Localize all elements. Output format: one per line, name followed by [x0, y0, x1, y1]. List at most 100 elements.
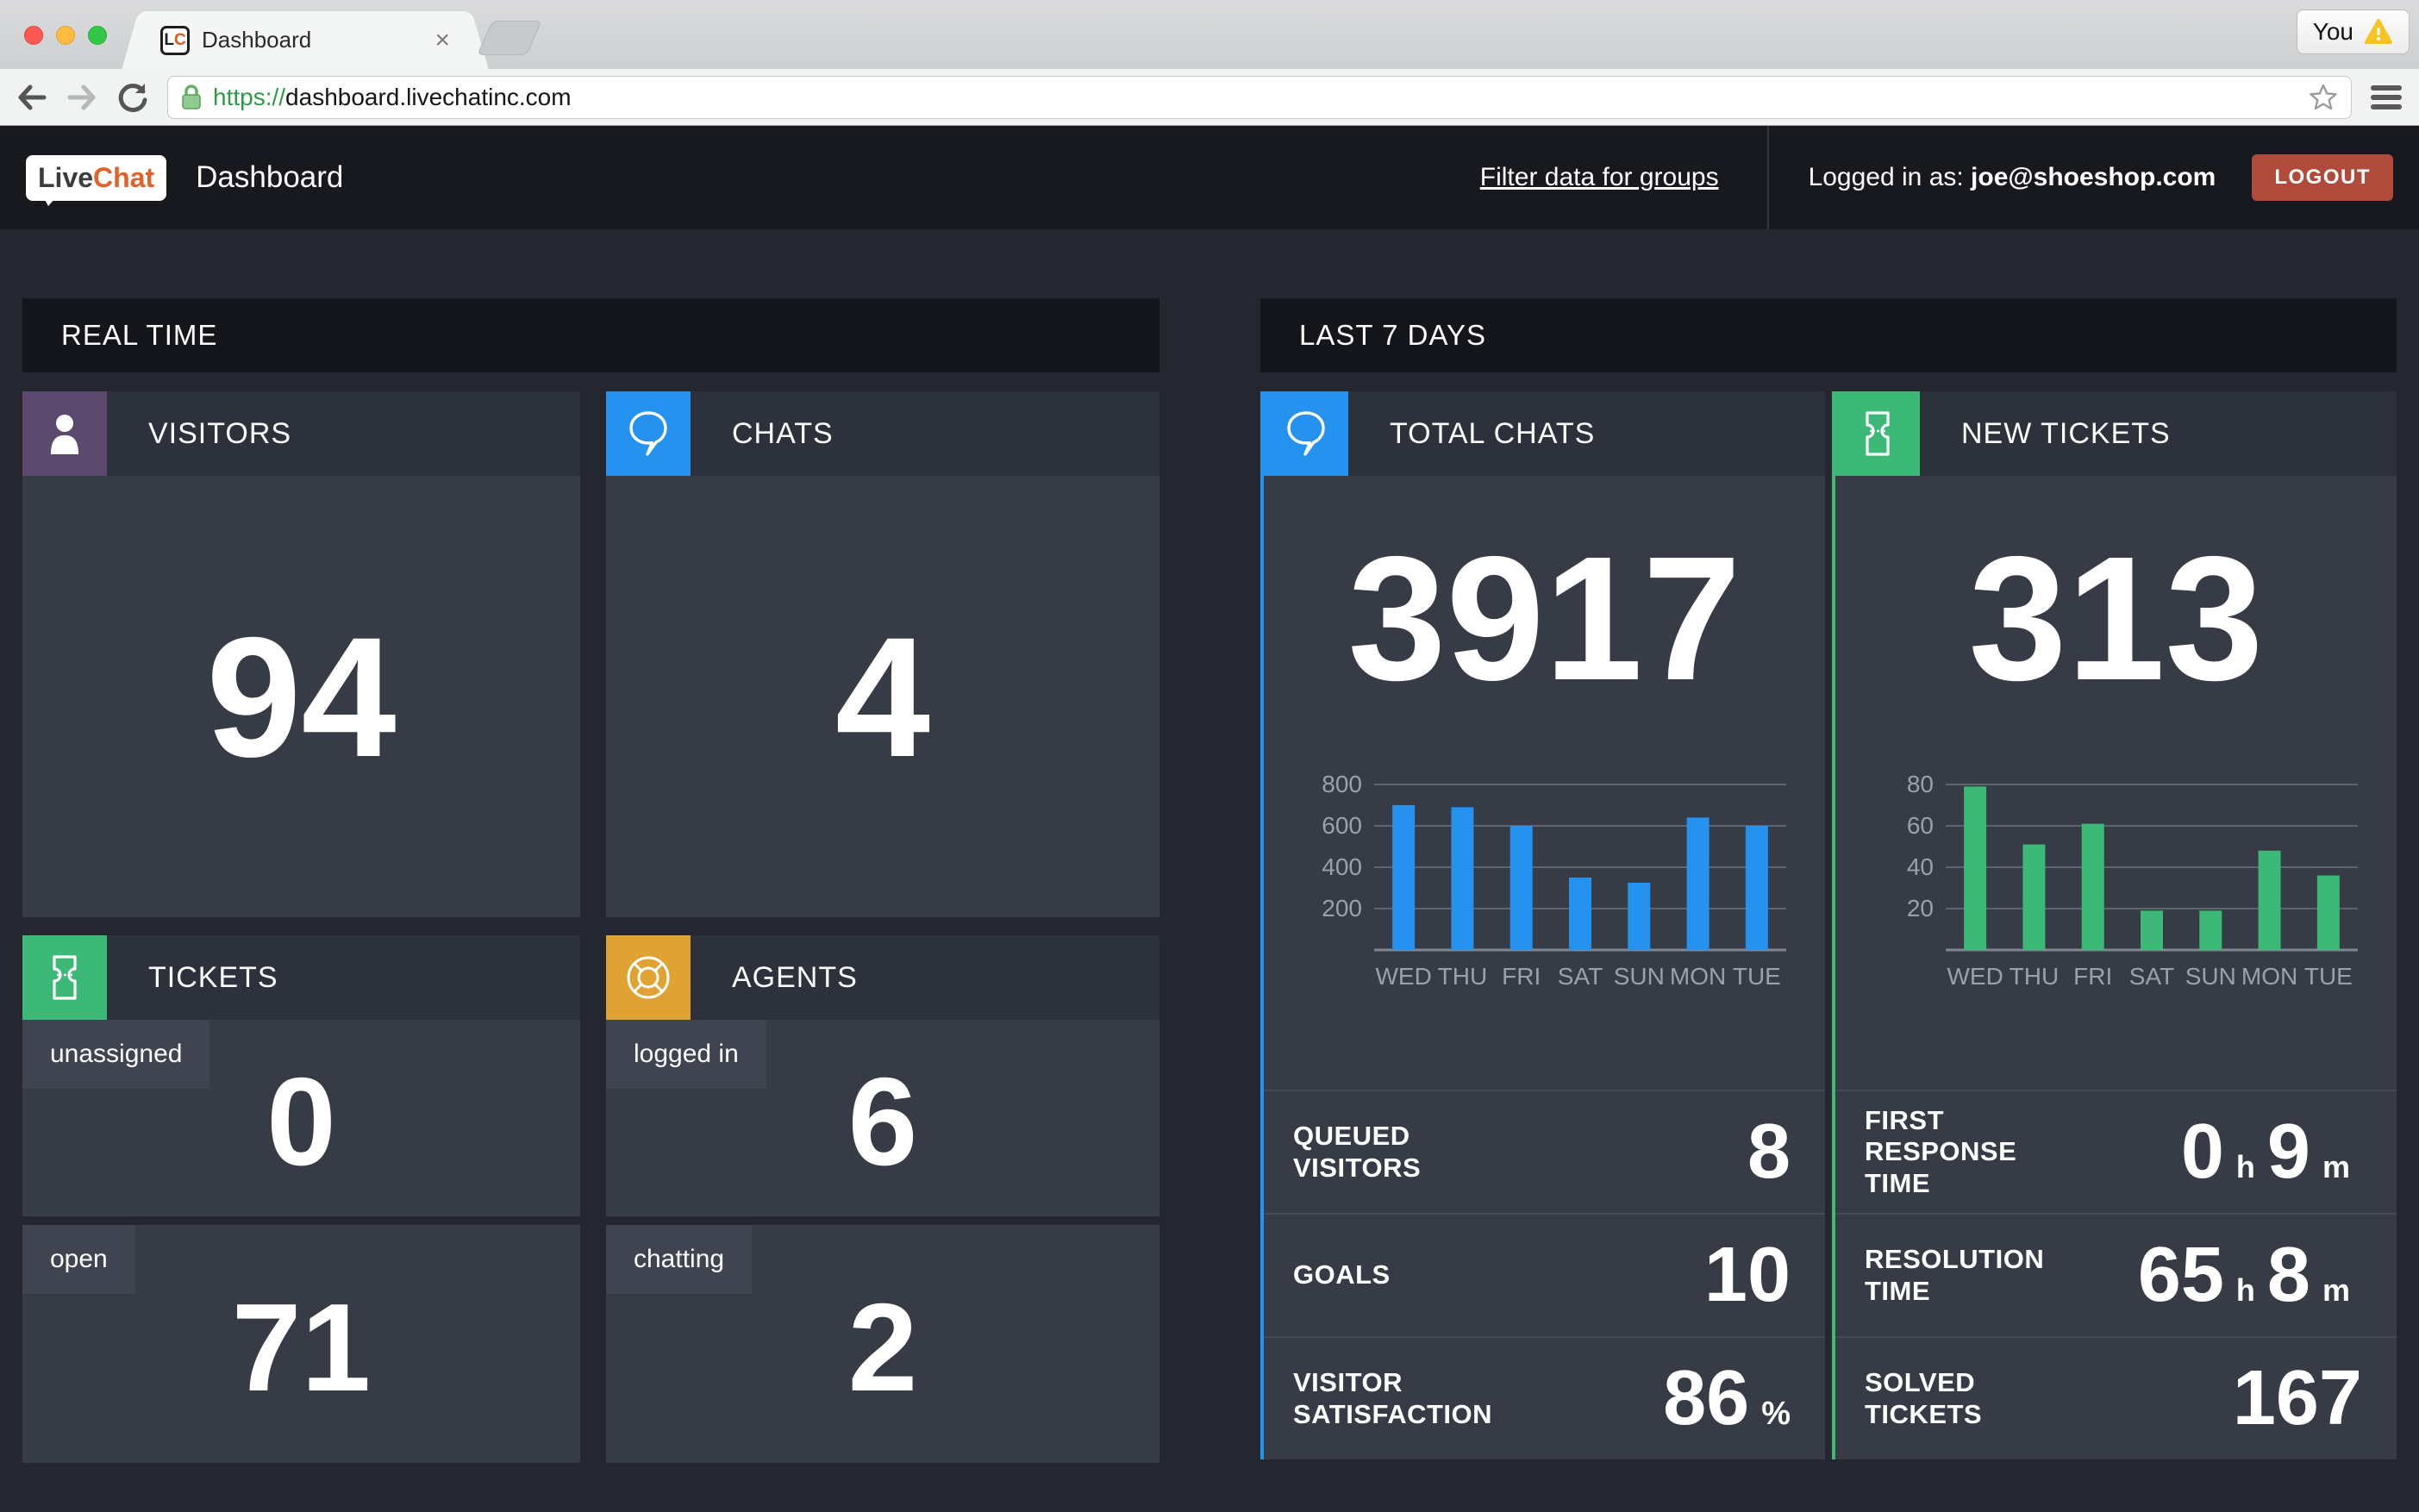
new-tickets-chart: 20406080WEDTHUFRISATSUNMONTUE: [1835, 762, 2397, 1014]
tickets-tile-label: TICKETS: [148, 961, 278, 995]
agents-chatting-row: chatting 2: [606, 1225, 1159, 1463]
window-controls: [24, 26, 107, 45]
svg-text:400: 400: [1322, 853, 1362, 880]
queued-visitors-row: QUEUED VISITORS 8: [1264, 1090, 1825, 1213]
svg-text:THU: THU: [1438, 963, 1488, 990]
svg-text:SAT: SAT: [2129, 963, 2174, 990]
visitor-satisfaction-value: 86%: [1663, 1354, 1791, 1443]
svg-text:20: 20: [1907, 895, 1934, 922]
reload-button[interactable]: [116, 81, 150, 114]
real-time-panel: REAL TIME VISITORS 94 CHATS 4: [22, 298, 1159, 1463]
total-chats-label: TOTAL CHATS: [1390, 417, 1595, 451]
svg-text:SUN: SUN: [2185, 963, 2236, 990]
visitors-count: 94: [22, 476, 580, 917]
tickets-open-badge: open: [22, 1225, 135, 1294]
resolution-time-value: 65h8m: [2138, 1231, 2362, 1320]
chats-tile: CHATS 4: [606, 391, 1159, 917]
agents-tile-label: AGENTS: [732, 961, 858, 995]
profile-you-label: You: [2313, 18, 2353, 46]
new-tickets-column: NEW TICKETS 313 20406080WEDTHUFRISATSUNM…: [1832, 391, 2397, 1459]
close-window-button[interactable]: [24, 26, 43, 45]
last-7-days-panel: LAST 7 DAYS TOTAL CHATS 3917 20040060080…: [1260, 298, 2397, 1463]
svg-text:FRI: FRI: [2073, 963, 2112, 990]
app-header: LiveChat Dashboard Filter data for group…: [0, 126, 2419, 229]
resolution-time-label: RESOLUTION TIME: [1865, 1244, 2138, 1307]
livechat-logo: LiveChat: [26, 155, 166, 201]
lifebuoy-icon: [606, 935, 691, 1020]
new-tab-button[interactable]: [477, 21, 542, 55]
solved-tickets-row: SOLVED TICKETS 167: [1835, 1336, 2397, 1459]
solved-tickets-value: 167: [2233, 1354, 2362, 1443]
queued-visitors-value: 8: [1747, 1108, 1791, 1196]
svg-text:80: 80: [1907, 771, 1934, 797]
close-tab-icon[interactable]: ×: [434, 28, 450, 53]
forward-button[interactable]: [66, 83, 98, 112]
queued-visitors-label: QUEUED VISITORS: [1293, 1121, 1747, 1184]
real-time-panel-title: REAL TIME: [22, 298, 1159, 372]
first-response-time-label: FIRST RESPONSE TIME: [1865, 1105, 2181, 1200]
agents-chatting-badge: chatting: [606, 1225, 752, 1294]
visitors-tile-label: VISITORS: [148, 417, 291, 451]
chat-bubble-icon: [606, 391, 691, 476]
warning-icon: [2364, 18, 2393, 46]
livechat-favicon-icon: LC: [160, 26, 190, 55]
goals-value: 10: [1704, 1231, 1791, 1320]
browser-tab[interactable]: LC Dashboard ×: [145, 11, 466, 69]
svg-text:800: 800: [1322, 771, 1362, 797]
visitors-tile: VISITORS 94: [22, 391, 580, 917]
browser-toolbar: https://dashboard.livechatinc.com: [0, 69, 2419, 126]
ticket-icon: [1835, 391, 1920, 476]
svg-text:WED: WED: [1947, 963, 2003, 990]
chats-tile-label: CHATS: [732, 417, 834, 451]
ticket-icon: [22, 935, 107, 1020]
chat-bubble-icon: [1264, 391, 1348, 476]
svg-text:MON: MON: [1670, 963, 1726, 990]
browser-tab-strip: LC Dashboard × You: [0, 0, 2419, 69]
first-response-time-value: 0h9m: [2181, 1108, 2362, 1196]
back-button[interactable]: [16, 83, 48, 112]
tab-title: Dashboard: [202, 27, 422, 53]
bar-chart-svg: 200400600800WEDTHUFRISATSUNMONTUE: [1264, 762, 1825, 1014]
bookmark-star-icon[interactable]: [2308, 82, 2339, 113]
total-chats-column: TOTAL CHATS 3917 200400600800WEDTHUFRISA…: [1260, 391, 1825, 1459]
goals-row: GOALS 10: [1264, 1213, 1825, 1336]
total-chats-count: 3917: [1264, 476, 1825, 762]
svg-text:THU: THU: [2010, 963, 2060, 990]
logged-in-email: joe@shoeshop.com: [1971, 163, 2216, 191]
goals-label: GOALS: [1293, 1259, 1704, 1291]
svg-text:TUE: TUE: [1733, 963, 1781, 990]
svg-text:MON: MON: [2241, 963, 2297, 990]
logged-in-as-text: Logged in as: joe@shoeshop.com: [1809, 163, 2216, 192]
url-text: https://dashboard.livechatinc.com: [213, 84, 572, 111]
agents-logged-in-badge: logged in: [606, 1020, 766, 1089]
browser-menu-icon[interactable]: [2369, 84, 2403, 111]
tickets-open-row: open 71: [22, 1225, 580, 1463]
minimize-window-button[interactable]: [56, 26, 75, 45]
page-title: Dashboard: [196, 160, 343, 195]
svg-text:WED: WED: [1375, 963, 1431, 990]
logout-button[interactable]: LOGOUT: [2252, 154, 2393, 201]
profile-you-badge[interactable]: You: [2297, 9, 2410, 54]
tickets-unassigned-badge: unassigned: [22, 1020, 209, 1089]
solved-tickets-label: SOLVED TICKETS: [1865, 1367, 2233, 1430]
url-scheme: https://: [213, 84, 285, 110]
svg-text:40: 40: [1907, 853, 1934, 880]
header-divider: [1767, 126, 1769, 229]
agents-logged-in-row: logged in 6: [606, 1020, 1159, 1216]
filter-data-for-groups-link[interactable]: Filter data for groups: [1480, 163, 1719, 192]
visitor-satisfaction-row: VISITOR SATISFACTION 86%: [1264, 1336, 1825, 1459]
svg-text:FRI: FRI: [1502, 963, 1541, 990]
address-bar[interactable]: https://dashboard.livechatinc.com: [167, 76, 2352, 119]
svg-text:200: 200: [1322, 895, 1362, 922]
svg-text:TUE: TUE: [2304, 963, 2353, 990]
first-response-time-row: FIRST RESPONSE TIME 0h9m: [1835, 1090, 2397, 1213]
url-host: dashboard.livechatinc.com: [285, 84, 572, 110]
tickets-tile: TICKETS unassigned 0 open 71: [22, 935, 580, 1463]
resolution-time-row: RESOLUTION TIME 65h8m: [1835, 1213, 2397, 1336]
visitor-satisfaction-label: VISITOR SATISFACTION: [1293, 1367, 1663, 1430]
total-chats-chart: 200400600800WEDTHUFRISATSUNMONTUE: [1264, 762, 1825, 1014]
ssl-lock-icon: [180, 84, 203, 111]
svg-text:SUN: SUN: [1614, 963, 1665, 990]
svg-text:600: 600: [1322, 812, 1362, 839]
zoom-window-button[interactable]: [88, 26, 107, 45]
